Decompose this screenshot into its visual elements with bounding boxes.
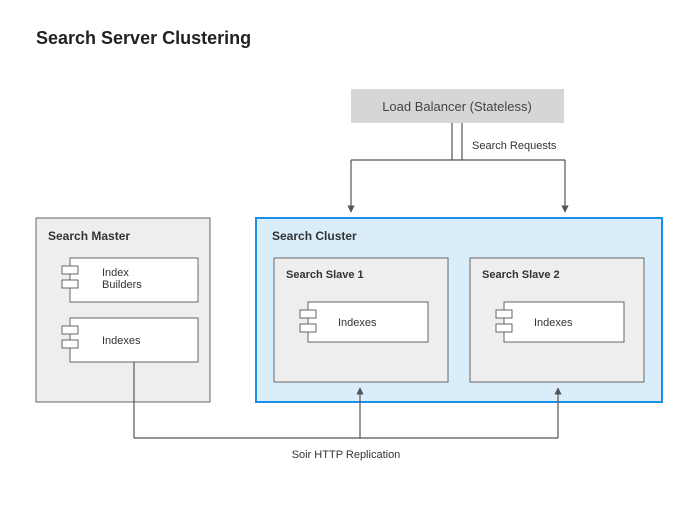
load-balancer-label: Load Balancer (Stateless) — [382, 99, 532, 114]
slave-2-indexes-label: Indexes — [534, 317, 573, 329]
page-title: Search Server Clustering — [36, 28, 251, 48]
replication-label: Soir HTTP Replication — [292, 449, 401, 461]
search-master-title: Search Master — [48, 229, 130, 243]
search-cluster-title: Search Cluster — [272, 229, 357, 243]
master-indexes-component: Indexes — [62, 318, 198, 362]
search-slave-1-node: Search Slave 1 Indexes — [274, 258, 448, 382]
slave-1-indexes-component: Indexes — [300, 302, 428, 342]
search-master-node: Search Master IndexBuilders Indexes — [36, 218, 210, 402]
index-builders-component: IndexBuilders — [62, 258, 198, 302]
search-requests-label: Search Requests — [472, 140, 557, 152]
slave-1-indexes-label: Indexes — [338, 317, 377, 329]
search-cluster-node: Search Cluster Search Slave 1 Indexes Se… — [256, 218, 662, 402]
search-slave-2-title: Search Slave 2 — [482, 269, 560, 281]
search-slave-1-title: Search Slave 1 — [286, 269, 364, 281]
search-slave-2-node: Search Slave 2 Indexes — [470, 258, 644, 382]
load-balancer-node: Load Balancer (Stateless) — [351, 89, 564, 123]
slave-2-indexes-component: Indexes — [496, 302, 624, 342]
master-indexes-label: Indexes — [102, 335, 141, 347]
